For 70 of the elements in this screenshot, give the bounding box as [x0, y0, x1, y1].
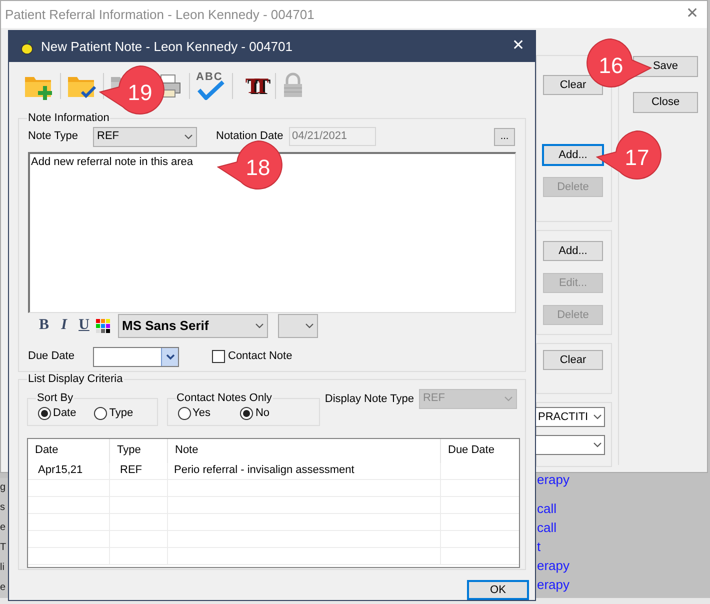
- column-header[interactable]: Due Date: [441, 438, 519, 463]
- background-text: g: [0, 481, 6, 495]
- button[interactable]: Add...: [543, 241, 603, 261]
- background-link[interactable]: call: [537, 499, 557, 518]
- color-palette-icon[interactable]: [96, 318, 110, 333]
- radio-label: Date: [53, 406, 76, 422]
- column-header[interactable]: Date: [28, 438, 110, 463]
- table-cell: Perio referral - invisalign assessment: [168, 462, 441, 479]
- underline-button[interactable]: U: [74, 314, 94, 337]
- field-label: Display Note Type: [324, 392, 414, 407]
- radio-button[interactable]: [94, 407, 108, 420]
- group-label: List Display Criteria: [27, 372, 124, 386]
- italic-button[interactable]: I: [54, 314, 74, 337]
- bold-button[interactable]: B: [34, 314, 54, 337]
- ellipsis-button[interactable]: ...: [494, 128, 515, 146]
- font-icon[interactable]: TT: [238, 70, 270, 101]
- ok-button[interactable]: OK: [467, 580, 529, 600]
- date-field[interactable]: 04/21/2021: [289, 127, 376, 146]
- radio-button[interactable]: [240, 407, 254, 420]
- radio-button[interactable]: [178, 407, 191, 420]
- field-label: Note Type: [28, 129, 79, 144]
- close-button[interactable]: ✕: [512, 35, 525, 58]
- background-text: s: [0, 501, 5, 515]
- callout-tooltip: 18: [217, 140, 283, 190]
- due-date-field[interactable]: [93, 346, 179, 367]
- group-label: Contact Notes Only: [176, 390, 273, 405]
- chevron-icon: [255, 322, 264, 329]
- column-header[interactable]: Type: [110, 438, 168, 463]
- dropdown[interactable]: [535, 435, 605, 455]
- radio-label: Type: [109, 406, 134, 422]
- background-link[interactable]: erapy: [537, 556, 570, 575]
- background-link[interactable]: t: [537, 537, 541, 556]
- background-text: e: [0, 581, 6, 595]
- group-label: Sort By: [36, 390, 74, 405]
- chevron-icon: [166, 354, 174, 360]
- radio-button[interactable]: [38, 407, 51, 420]
- chevron-icon: [504, 396, 513, 402]
- button[interactable]: Close: [633, 92, 698, 113]
- callout-tooltip: 17: [596, 130, 662, 180]
- table-cell: Apr15,21: [28, 462, 110, 479]
- font-dropdown[interactable]: MS Sans Serif: [118, 314, 268, 338]
- radio-label: Yes: [192, 406, 210, 422]
- close-button[interactable]: ✕: [686, 3, 699, 26]
- column-header[interactable]: Note: [168, 438, 441, 463]
- window-title: Patient Referral Information - Leon Kennedy - 004701: [5, 6, 314, 24]
- checkbox-label: Contact Note: [228, 349, 292, 364]
- window-title: New Patient Note - Leon Kennedy - 004701: [41, 38, 294, 56]
- background-link[interactable]: erapy: [537, 470, 570, 489]
- chevron-icon: [305, 322, 314, 329]
- button[interactable]: Add...: [543, 145, 603, 165]
- button[interactable]: Clear: [543, 350, 603, 370]
- field-label: Due Date: [28, 349, 76, 364]
- checkbox[interactable]: [212, 350, 225, 364]
- background-text: li: [0, 561, 4, 575]
- note-type-dropdown[interactable]: REF: [93, 126, 197, 147]
- button[interactable]: Clear: [543, 75, 603, 95]
- dropdown[interactable]: PRACTITI: [535, 407, 605, 427]
- app-icon: [19, 38, 35, 54]
- radio-label: No: [255, 406, 270, 422]
- background-link[interactable]: erapy: [537, 575, 570, 594]
- callout-tooltip: 16: [586, 38, 652, 88]
- background-text: T: [0, 541, 6, 555]
- dropdown-button[interactable]: [161, 348, 178, 366]
- table-cell: REF: [110, 462, 168, 479]
- chevron-icon: [593, 414, 602, 420]
- chevron-icon: [184, 134, 193, 140]
- chevron-icon: [593, 442, 602, 448]
- background-link[interactable]: call: [537, 518, 557, 537]
- background-text: e: [0, 521, 6, 535]
- callout-tooltip: 19: [99, 65, 165, 115]
